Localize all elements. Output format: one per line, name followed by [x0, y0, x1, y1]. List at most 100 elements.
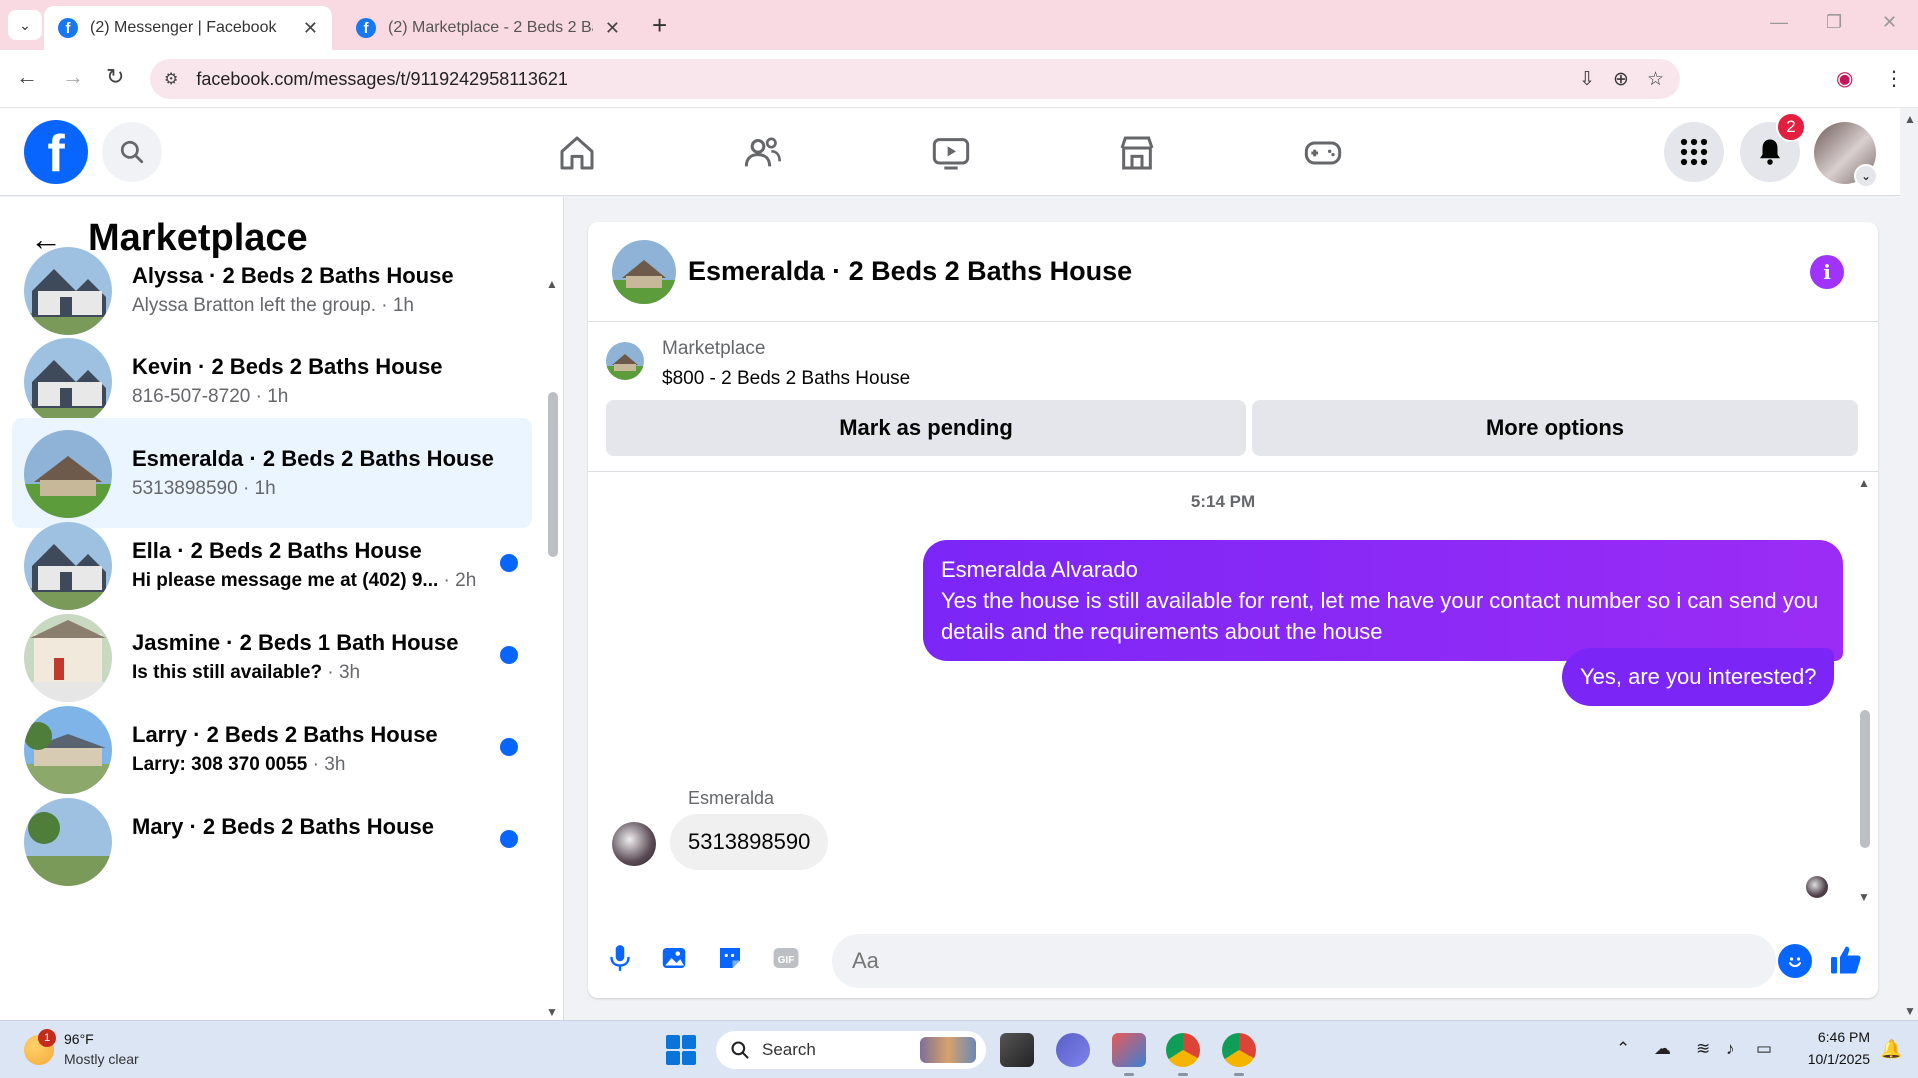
site-settings-icon[interactable]: ⚙	[164, 69, 178, 89]
grid-menu-icon	[1680, 138, 1708, 166]
profile-icon[interactable]: ◉	[1836, 66, 1853, 91]
teams-icon[interactable]	[1056, 1033, 1090, 1067]
tab-messenger[interactable]: f (2) Messenger | Facebook ✕	[44, 6, 332, 50]
mark-as-pending-button[interactable]: Mark as pending	[606, 400, 1246, 456]
back-icon[interactable]: ←	[16, 64, 38, 90]
clock-date[interactable]: 10/1/2025	[1796, 1051, 1870, 1067]
marketplace-nav[interactable]	[1112, 128, 1162, 178]
facebook-header: f 2 ⌄	[0, 108, 1900, 196]
conversation-name: Esmeralda · 2 Beds 2 Baths House	[132, 446, 494, 471]
like-button[interactable]	[1826, 940, 1866, 980]
facebook-logo[interactable]: f	[24, 120, 88, 184]
conversation-preview: 816-507-8720 · 1h	[132, 386, 288, 408]
sticker-button[interactable]	[712, 940, 748, 976]
tab-search-dropdown[interactable]: ⌄	[8, 10, 42, 40]
zoom-icon[interactable]: ⊕	[1613, 68, 1629, 91]
unread-dot	[500, 830, 518, 848]
outgoing-message[interactable]: Esmeralda Alvarado Yes the house is stil…	[923, 540, 1843, 661]
sticker-icon	[720, 948, 740, 968]
restore-icon[interactable]: ❐	[1826, 12, 1842, 33]
tab-title: (2) Messenger | Facebook	[90, 19, 277, 36]
preview-text: 816-507-8720	[132, 386, 251, 407]
forward-icon[interactable]: →	[62, 64, 84, 90]
scroll-up-icon[interactable]: ▲	[1858, 476, 1870, 490]
incoming-sender-name: Esmeralda	[688, 788, 775, 808]
scroll-down-icon[interactable]: ▼	[1858, 890, 1870, 904]
scroll-down-icon[interactable]: ▼	[546, 1005, 558, 1019]
install-app-icon[interactable]: ⇩	[1579, 68, 1595, 91]
voice-clip-button[interactable]	[602, 940, 638, 976]
listing-thumbnail[interactable]	[606, 342, 644, 380]
preview-text: Alyssa Bratton left the group.	[132, 295, 376, 316]
reload-icon[interactable]: ↻	[106, 64, 124, 90]
url-bar[interactable]: ⚙ facebook.com/messages/t/91192429581136…	[150, 59, 1680, 99]
weather-description[interactable]: Mostly clear	[64, 1051, 139, 1067]
more-options-button[interactable]: More options	[1252, 400, 1858, 456]
snipping-tool-icon[interactable]	[1112, 1033, 1146, 1067]
message-text: Yes the house is still available for ren…	[941, 588, 1819, 644]
close-window-icon[interactable]: ✕	[1882, 12, 1897, 33]
outgoing-message[interactable]: Yes, are you interested?	[1562, 648, 1835, 706]
chrome-profile-icon[interactable]	[1222, 1033, 1256, 1067]
chat-header: Esmeralda · 2 Beds 2 Baths House i	[588, 222, 1878, 322]
conversation-item[interactable]: Mary · 2 Beds 2 Baths House	[12, 786, 532, 896]
bookmark-star-icon[interactable]: ☆	[1647, 68, 1664, 91]
microphone-icon	[610, 945, 630, 971]
message-thread: 5:14 PM Esmeralda Alvarado Yes the house…	[588, 472, 1878, 904]
gif-icon: GIF	[773, 948, 799, 968]
running-indicator	[1124, 1073, 1134, 1076]
wifi-icon[interactable]: ≋	[1696, 1039, 1710, 1059]
house-thumbnail[interactable]	[612, 240, 676, 304]
listing-price-title[interactable]: $800 - 2 Beds 2 Baths House	[662, 368, 910, 390]
home-icon	[560, 136, 594, 170]
preview-text: Larry: 308 370 0055	[132, 754, 308, 775]
scrollbar-thumb[interactable]	[548, 392, 558, 557]
preview-time: · 1h	[250, 386, 289, 407]
notification-center-icon[interactable]: 🔔	[1880, 1039, 1902, 1060]
show-hidden-icons-icon[interactable]: ⌃	[1616, 1039, 1630, 1059]
conversation-thumbnail	[24, 430, 112, 518]
listing-category: Marketplace	[662, 338, 766, 359]
message-input[interactable]	[832, 934, 1776, 988]
home-nav[interactable]	[552, 128, 602, 178]
weather-temperature[interactable]: 96°F	[64, 1031, 94, 1047]
incoming-message[interactable]: 5313898590	[670, 814, 829, 870]
conversation-name: Ella · 2 Beds 2 Baths House	[132, 538, 422, 563]
scrollbar-thumb[interactable]	[1860, 710, 1870, 848]
start-button[interactable]	[666, 1035, 696, 1065]
volume-icon[interactable]: ♪	[1726, 1039, 1735, 1059]
page-scroll-up-icon[interactable]: ▲	[1904, 112, 1916, 126]
attach-media-button[interactable]	[656, 940, 692, 976]
chrome-icon[interactable]	[1166, 1033, 1200, 1067]
kebab-menu-icon[interactable]: ⋮	[1884, 66, 1904, 91]
close-tab-icon[interactable]: ✕	[605, 18, 620, 39]
clock-time[interactable]: 6:46 PM	[1796, 1029, 1870, 1045]
message-timestamp: 5:14 PM	[1190, 492, 1256, 511]
video-nav[interactable]	[926, 128, 976, 178]
tab-title: (2) Marketplace - 2 Beds 2 Baths House	[388, 19, 593, 36]
preview-text: 5313898590	[132, 478, 238, 499]
conversation-preview: Larry: 308 370 0055 · 3h	[132, 754, 345, 776]
new-tab-icon[interactable]: +	[652, 10, 667, 41]
chevron-down-icon[interactable]: ⌄	[1854, 164, 1878, 188]
scroll-up-icon[interactable]: ▲	[546, 277, 558, 291]
friends-nav[interactable]	[738, 128, 788, 178]
close-tab-icon[interactable]: ✕	[303, 18, 318, 39]
chat-title[interactable]: Esmeralda · 2 Beds 2 Baths House	[688, 256, 1132, 287]
sender-avatar[interactable]	[612, 822, 656, 866]
task-view-icon[interactable]	[1000, 1033, 1034, 1067]
page-scroll-down-icon[interactable]: ▼	[1904, 1004, 1916, 1018]
emoji-button[interactable]	[1778, 944, 1812, 978]
menu-button[interactable]	[1664, 122, 1724, 182]
info-icon[interactable]: i	[1810, 255, 1844, 289]
taskbar-search[interactable]: Search	[716, 1031, 986, 1069]
battery-icon[interactable]: ▭	[1756, 1039, 1772, 1059]
onedrive-icon[interactable]: ☁	[1654, 1039, 1671, 1059]
tab-marketplace[interactable]: f (2) Marketplace - 2 Beds 2 Baths House…	[342, 6, 634, 50]
gaming-nav[interactable]	[1298, 128, 1348, 178]
gif-button[interactable]: GIF	[768, 940, 804, 976]
bell-icon	[1760, 139, 1780, 165]
minimize-icon[interactable]: —	[1770, 12, 1788, 33]
chevron-down-icon: ⌄	[19, 16, 31, 33]
search-button[interactable]	[102, 122, 162, 182]
